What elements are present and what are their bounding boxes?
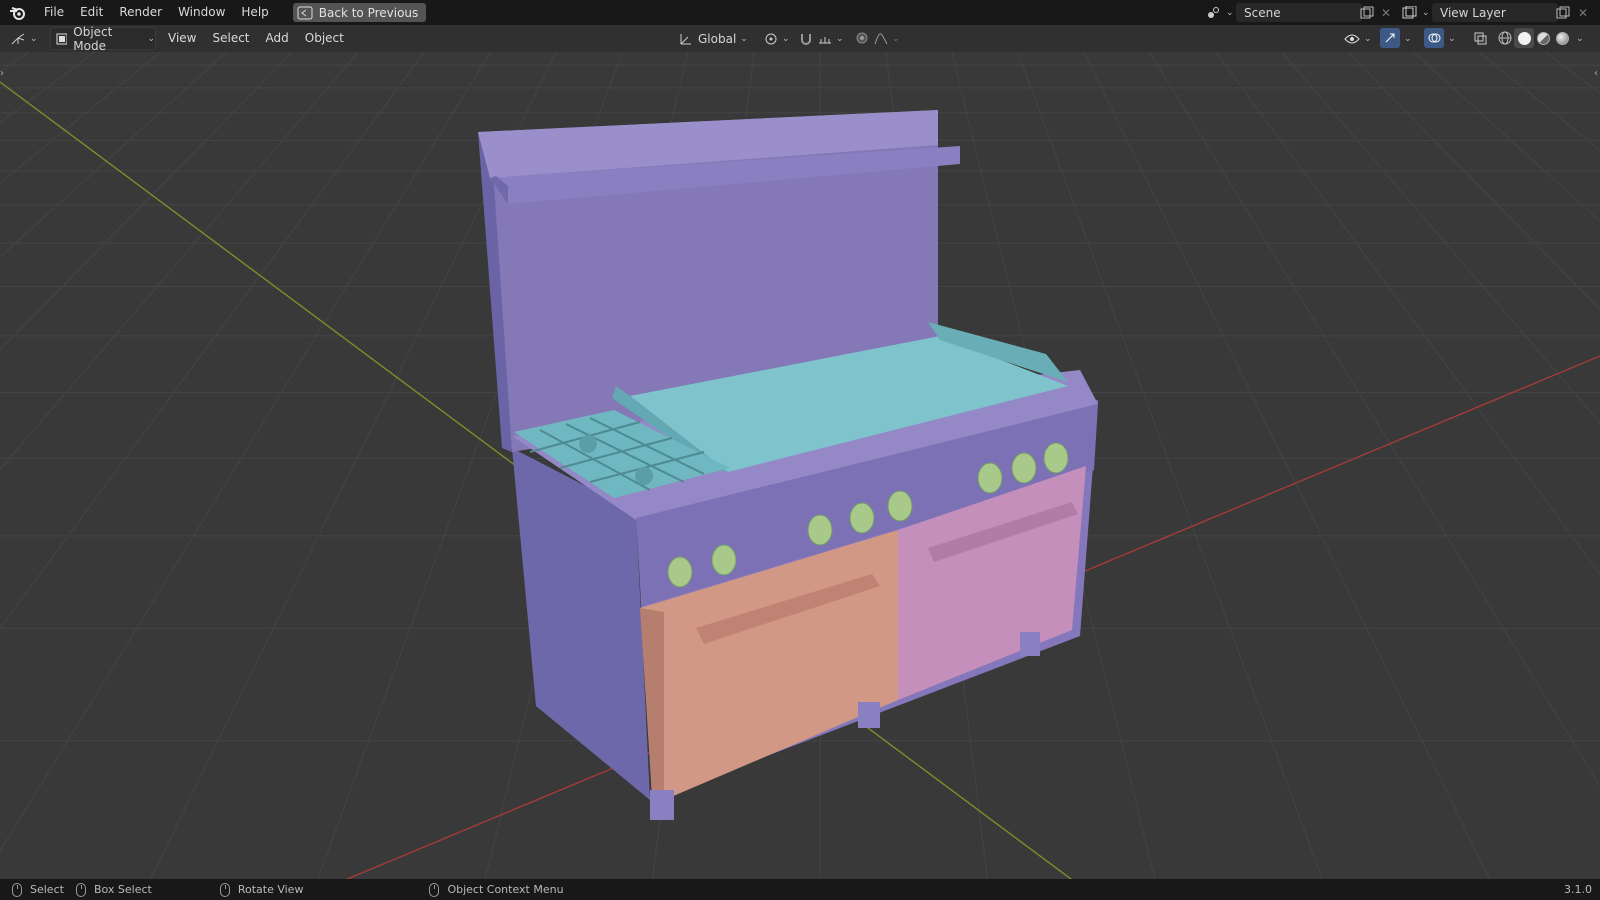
editor-type-dropdown[interactable]: ⌄ (10, 28, 40, 49)
burner-cap-right (635, 467, 653, 485)
menu-file[interactable]: File (36, 0, 72, 25)
eye-icon (1344, 34, 1360, 43)
leg-back-left (560, 700, 580, 724)
status-rotate-view-label: Rotate View (237, 883, 304, 896)
view-layer-name: View Layer (1440, 5, 1506, 20)
editor-type-icon (11, 33, 25, 44)
knob-4[interactable] (849, 502, 875, 534)
overlays-toggle-icon[interactable] (1424, 28, 1444, 48)
knob-5[interactable] (887, 490, 913, 522)
burner-cap-left (579, 435, 597, 453)
delete-view-layer-icon[interactable]: ✕ (1573, 3, 1593, 23)
delete-scene-icon[interactable]: ✕ (1376, 3, 1396, 23)
snap-target-dropdown[interactable]: ⌄ (818, 28, 844, 49)
knob-6[interactable] (977, 462, 1003, 494)
middle-mouse-icon (219, 882, 230, 897)
gizmo-dropdown[interactable]: ⌄ (1400, 28, 1414, 49)
grid-line (1052, 52, 1600, 879)
status-box-select-label: Box Select (93, 883, 152, 896)
menu-edit[interactable]: Edit (72, 0, 111, 25)
blender-logo-icon[interactable] (0, 0, 36, 25)
range-model[interactable] (478, 110, 1098, 820)
rendered-shading-icon[interactable] (1552, 28, 1572, 48)
visibility-dropdown[interactable]: ⌄ (1344, 28, 1372, 49)
status-box-select: Box Select (75, 882, 152, 897)
status-context-menu-label: Object Context Menu (447, 883, 564, 896)
snap-increment-icon (819, 36, 831, 43)
view-layer-type-icon[interactable]: ⌄ (1402, 3, 1430, 22)
object-mode-icon (56, 33, 68, 44)
header-menu-select[interactable]: Select (204, 26, 257, 51)
version-label: 3.1.0 (1564, 883, 1592, 896)
knob-7[interactable] (1011, 452, 1037, 484)
knob-2[interactable] (711, 544, 737, 576)
header-menu-object[interactable]: Object (297, 26, 352, 51)
material-preview-icon[interactable] (1533, 28, 1553, 48)
leg-front-mid (858, 702, 880, 728)
knob-8[interactable] (1043, 442, 1069, 474)
back-icon (297, 6, 313, 19)
header-menu-add[interactable]: Add (258, 26, 297, 51)
back-to-previous-button[interactable]: Back to Previous (292, 3, 427, 22)
left-mouse-icon (12, 882, 22, 897)
grid-line (1060, 52, 1600, 879)
wireframe-shading-icon[interactable] (1495, 28, 1515, 48)
top-bar: File Edit Render Window Help Back to Pre… (0, 0, 1600, 25)
menu-render[interactable]: Render (111, 0, 170, 25)
leg-front-left (650, 790, 674, 820)
mode-dropdown[interactable]: Object Mode ⌄ (50, 24, 156, 53)
viewport-scene (0, 52, 1600, 879)
status-select-label: Select (30, 883, 64, 896)
pivot-point-dropdown[interactable]: ⌄ (764, 28, 790, 49)
overlays-dropdown[interactable]: ⌄ (1444, 28, 1458, 49)
mode-label: Object Mode (73, 24, 113, 53)
status-bar: Select Box Select Rotate View Object Con… (0, 879, 1600, 900)
drag-mouse-icon (75, 882, 86, 897)
leg-front-right (1020, 632, 1040, 656)
status-rotate-view: Rotate View (219, 882, 304, 897)
solid-shading-icon[interactable] (1514, 28, 1534, 48)
knob-1[interactable] (667, 556, 693, 588)
menu-help[interactable]: Help (233, 0, 276, 25)
gizmo-toggle-icon[interactable] (1380, 28, 1400, 48)
grid-line (1028, 52, 1600, 879)
grid-line (1036, 52, 1600, 879)
toolbar-expand-arrow[interactable]: › (0, 68, 4, 79)
new-scene-icon[interactable] (1357, 3, 1377, 23)
view-layer-name-field[interactable]: View Layer (1432, 3, 1558, 22)
viewport-header: ⌄ Object Mode ⌄ View Select Add Object Gl… (0, 24, 1600, 53)
proportional-falloff-dropdown[interactable]: ⌄ (874, 28, 900, 49)
knob-3[interactable] (807, 514, 833, 546)
grid-line (1012, 52, 1600, 879)
orientation-label: Global (698, 31, 737, 46)
right-mouse-icon (429, 882, 440, 897)
grid-line (1020, 52, 1600, 879)
status-select: Select (12, 882, 64, 897)
scene-name-field[interactable]: Scene (1236, 3, 1362, 22)
sidebar-expand-arrow[interactable]: ‹ (1594, 68, 1598, 79)
3d-viewport[interactable]: › ‹ (0, 52, 1600, 879)
proportional-edit-icon[interactable] (852, 28, 872, 48)
status-context-menu: Object Context Menu (429, 882, 564, 897)
snap-toggle-icon[interactable] (796, 28, 816, 48)
back-to-previous-label: Back to Previous (318, 5, 419, 20)
scene-type-icon[interactable]: ⌄ (1206, 3, 1234, 22)
xray-toggle-icon[interactable] (1470, 28, 1490, 48)
header-menu-view[interactable]: View (160, 26, 204, 51)
new-view-layer-icon[interactable] (1553, 3, 1573, 23)
pivot-icon (765, 33, 777, 44)
scene-name: Scene (1244, 5, 1281, 20)
falloff-curve-icon (874, 32, 888, 44)
menu-window[interactable]: Window (170, 0, 233, 25)
shading-dropdown[interactable]: ⌄ (1572, 28, 1586, 49)
transform-orientation-dropdown[interactable]: Global ⌄ (678, 28, 754, 49)
grid-line (1044, 52, 1600, 879)
orientation-icon (680, 33, 691, 44)
